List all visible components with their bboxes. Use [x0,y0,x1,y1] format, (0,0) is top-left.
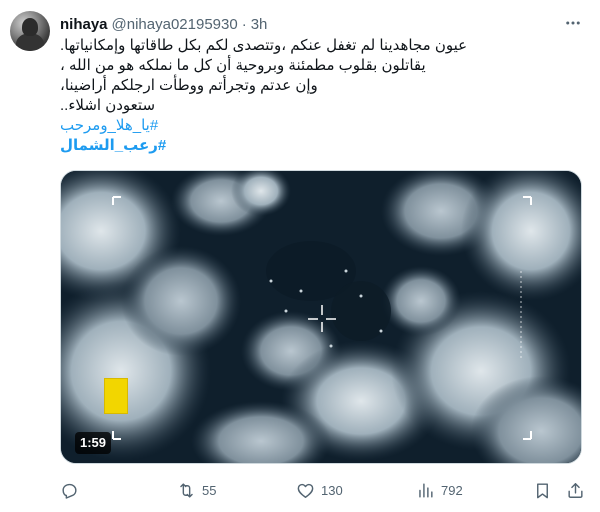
retweet-count: 55 [202,482,217,498]
reply-button[interactable] [60,478,85,502]
views-icon [419,482,433,498]
tweet-card[interactable]: nihaya @nihaya02195930 · 3h عيون مجاهدين… [0,0,600,512]
reply-icon [62,483,77,499]
tweet-header: nihaya @nihaya02195930 · 3h [60,14,267,34]
watermark-logo [104,378,128,414]
heart-icon [297,483,314,498]
tweet-text-line: وإن عدتم وتجرأتم ووطأت ارجلكم أراضينا، [60,77,318,94]
more-button[interactable] [562,12,584,34]
bookmark-icon [537,482,548,498]
share-button[interactable] [566,478,585,502]
hashtag-link[interactable]: #يا_هلا_ومرحب [60,116,582,136]
retweet-icon [180,482,193,498]
views-count: 792 [441,482,463,498]
tweet-text-line: عيون مجاهدينا لم تغفل عنكم ،وتتصدى لكم ب… [60,37,468,54]
views-button[interactable]: 792 [416,478,463,502]
author-handle[interactable]: @nihaya02195930 [112,16,238,33]
tweet-timestamp[interactable]: 3h [251,16,268,33]
author-display-name[interactable]: nihaya [60,16,108,33]
avatar[interactable] [10,11,50,51]
video-duration-badge: 1:59 [75,432,112,454]
bookmark-button[interactable] [533,478,552,502]
video-player[interactable] [60,170,582,464]
tweet-text: عيون مجاهدينا لم تغفل عنكم ،وتتصدى لكم ب… [60,36,582,156]
retweet-button[interactable]: 55 [177,478,216,502]
video-thumbnail [61,171,581,463]
hashtag-link[interactable]: #رعب_الشمال [60,136,582,156]
tweet-actions: 55 130 792 [60,478,590,502]
share-icon [568,482,583,498]
like-button[interactable]: 130 [296,478,343,502]
separator-dot: · [241,15,247,33]
tweet-text-line: يقاتلون بقلوب مطمئنة وبروحية أن كل ما نم… [60,57,426,74]
more-icon [566,21,580,25]
like-count: 130 [321,482,343,498]
tweet-text-line: ستعودن اشلاء.. [60,97,156,114]
